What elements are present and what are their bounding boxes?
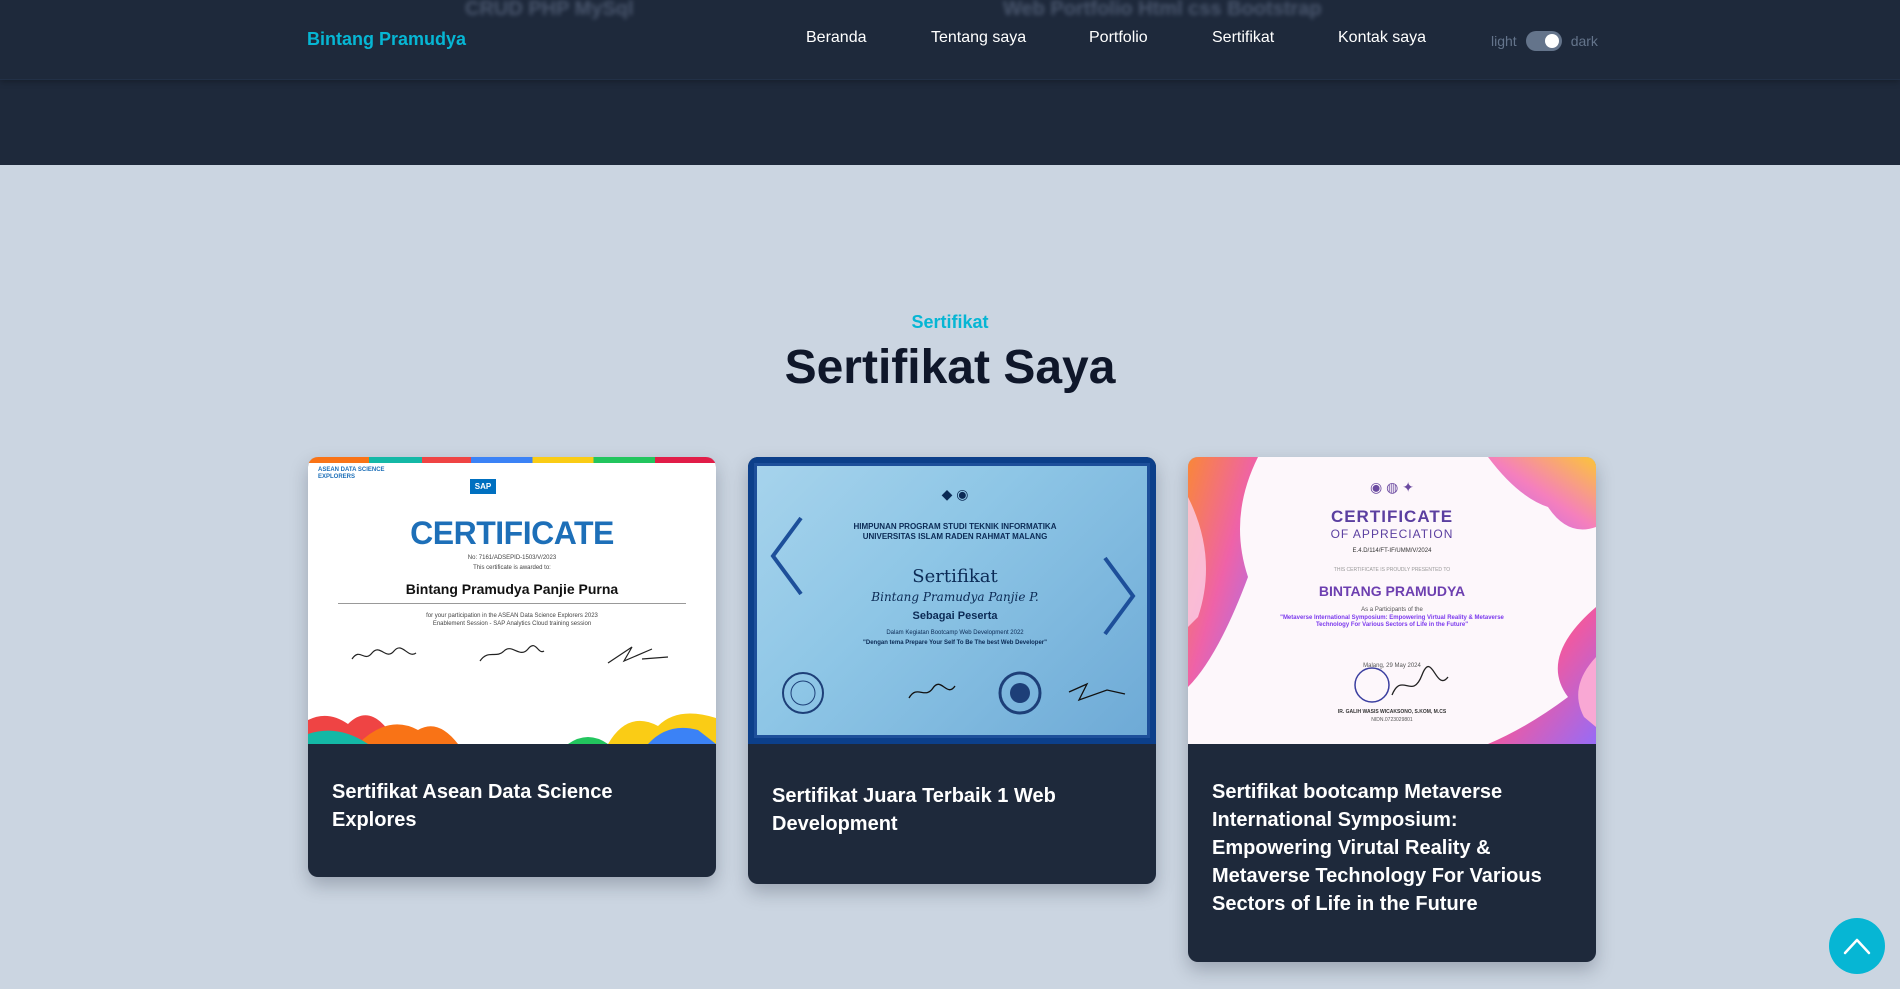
cert-signer: IR. GALIH WASIS WICAKSONO, S.KOM, M.CS <box>1337 709 1447 715</box>
asean-logo: ASEAN DATA SCIENCE EXPLORERS <box>318 467 385 480</box>
signature-mark <box>908 683 956 699</box>
nav-link-tentang-saya[interactable]: Tentang saya <box>931 29 1026 47</box>
scroll-to-top-button[interactable] <box>1829 918 1885 974</box>
cert-title: Sertifikat <box>912 566 998 587</box>
theme-switcher: light dark <box>1491 31 1598 51</box>
cert-recipient: BINTANG PRAMUDYA <box>1318 583 1466 599</box>
signature-mark <box>479 645 545 662</box>
certificate-card-web-dev[interactable]: ◆ ◉ HIMPUNAN PROGRAM STUDI TEKNIK INFORM… <box>748 457 1156 884</box>
dark-mode-toggle[interactable] <box>1525 31 1562 51</box>
nav-link-beranda[interactable]: Beranda <box>806 29 867 47</box>
brand-logo[interactable]: Bintang Pramudya <box>307 29 466 50</box>
stamp-seal <box>1354 666 1449 703</box>
sap-logo: SAP <box>470 479 496 494</box>
stamp-seal <box>998 671 1042 715</box>
cert-role: Sebagai Peserta <box>912 610 998 622</box>
cert-number: E.4.D/114/FT-IF/UMM/V/2024 <box>1352 548 1432 554</box>
cert-motto: "Dengan tema Prepare Your Self To Be The… <box>863 640 1047 646</box>
certificate-card-asean[interactable]: ASEAN DATA SCIENCE EXPLORERS SAP CERTIFI… <box>308 457 716 877</box>
cert-awarded: This certificate is awarded to: <box>473 565 551 571</box>
cert-session: Enablement Session - SAP Analytics Cloud… <box>432 621 592 627</box>
theme-light-label: light <box>1491 33 1517 49</box>
theme-dark-label: dark <box>1570 33 1598 49</box>
navbar: CRUD PHP MySql Web Portfolio Html css Bo… <box>0 0 1900 80</box>
cert-reason: for your participation in the ASEAN Data… <box>426 613 598 619</box>
cert-subheading: OF APPRECIATION <box>1330 527 1454 541</box>
certificate-image-metaverse: ◉ ◍ ✦ CERTIFICATE OF APPRECIATION E.4.D/… <box>1188 457 1596 744</box>
certificate-caption: Sertifikat Asean Data Science Explores <box>332 781 613 831</box>
signature-mark <box>607 646 669 664</box>
certificate-image-web-dev: ◆ ◉ HIMPUNAN PROGRAM STUDI TEKNIK INFORM… <box>748 457 1156 744</box>
cert-number: No: 7161/ADSEPID-1503/V/2023 <box>467 555 557 561</box>
certificate-caption: Sertifikat bootcamp Metaverse Internatio… <box>1212 781 1542 915</box>
stamp-seal <box>782 672 824 714</box>
nav-link-kontak-saya[interactable]: Kontak saya <box>1338 29 1426 47</box>
cert-heading: CERTIFICATE <box>1330 507 1454 526</box>
certificate-card-metaverse[interactable]: ◉ ◍ ✦ CERTIFICATE OF APPRECIATION E.4.D/… <box>1188 457 1596 962</box>
section-title: Sertifikat Saya <box>784 341 1116 394</box>
cert-header-2: UNIVERSITAS ISLAM RADEN RAHMAT MALANG <box>862 532 1048 541</box>
nav-link-sertifikat[interactable]: Sertifikat <box>1212 29 1274 47</box>
cert-nidn: NIDN.0723029801 <box>1371 717 1413 723</box>
section-subtitle: Sertifikat <box>911 312 989 332</box>
cert-heading: CERTIFICATE <box>410 515 614 551</box>
cert-event: "Metaverse International Symposium: Empo… <box>1280 615 1504 628</box>
event-logos: ◉ ◍ ✦ <box>1370 479 1414 495</box>
cert-as: As a Participants of the <box>1361 607 1423 613</box>
cert-presented: THIS CERTIFICATE IS PROUDLY PRESENTED TO <box>1333 567 1451 573</box>
decor-paint-splash <box>308 713 716 744</box>
ghost-portfolio-title: CRUD PHP MySql <box>465 0 634 20</box>
certificate-image-asean: ASEAN DATA SCIENCE EXPLORERS SAP CERTIFI… <box>308 457 716 744</box>
divider <box>338 603 686 604</box>
certificate-frame: ◆ ◉ HIMPUNAN PROGRAM STUDI TEKNIK INFORM… <box>754 463 1150 738</box>
nav-link-portfolio[interactable]: Portfolio <box>1089 29 1148 47</box>
certificate-caption: Sertifikat Juara Terbaik 1 Web Developme… <box>772 785 1056 835</box>
university-logo: ◆ ◉ <box>941 486 969 502</box>
ghost-portfolio-title: Web Portfolio Html css Bootstrap <box>1003 0 1322 20</box>
cert-recipient: Bintang Pramudya Panjie Purna <box>405 581 619 597</box>
cert-description: Dalam Kegiatan Bootcamp Web Development … <box>886 630 1024 636</box>
toggle-knob <box>1544 34 1559 48</box>
chevron-up-icon <box>1843 938 1871 955</box>
signature-mark <box>1068 682 1126 702</box>
signature-mark <box>351 647 417 660</box>
cert-header-1: HIMPUNAN PROGRAM STUDI TEKNIK INFORMATIK… <box>853 522 1057 531</box>
decor-stripe <box>308 457 716 463</box>
cert-recipient: Bintang Pramudya Panjie P. <box>871 590 1039 604</box>
